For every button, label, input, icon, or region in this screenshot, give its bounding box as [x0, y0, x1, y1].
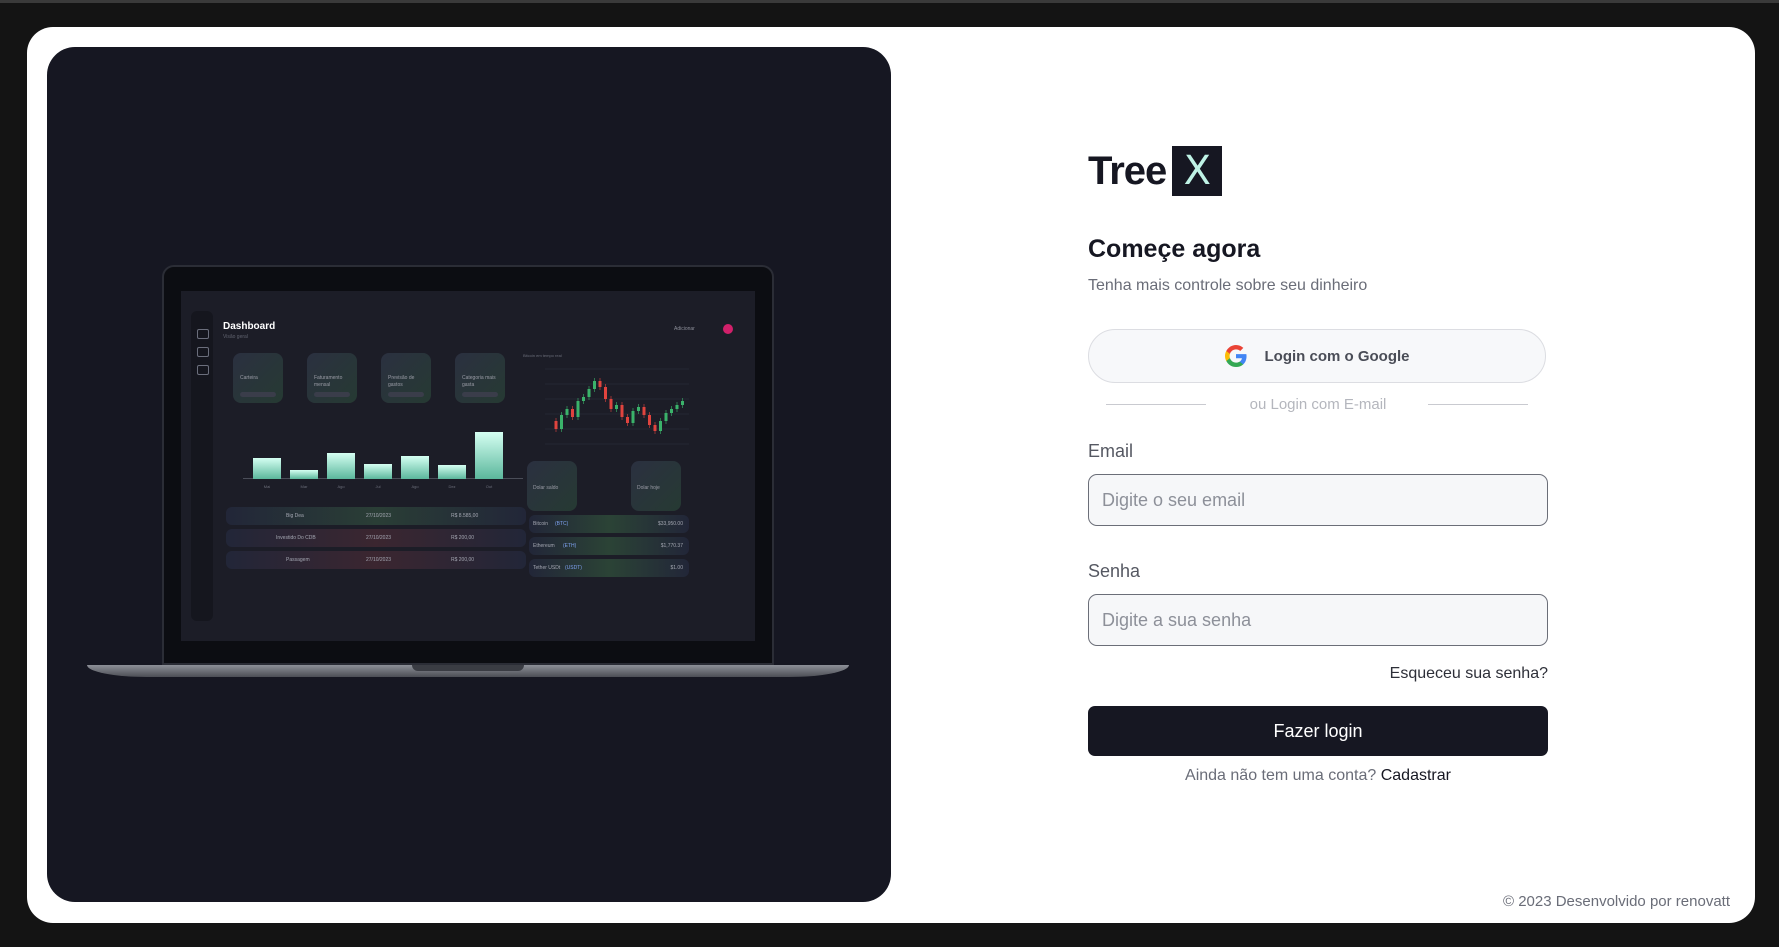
preview-bar [290, 470, 318, 479]
window-top-border [0, 0, 1779, 3]
signup-link[interactable]: Cadastrar [1381, 767, 1451, 784]
preview-crypto-ticker: (BTC) [555, 521, 569, 527]
preview-transaction-value: R$ 8.585,00 [451, 513, 479, 519]
preview-transaction-date: 27/10/2023 [366, 535, 392, 541]
preview-transaction-name: Big Dea [286, 513, 304, 519]
preview-crypto-row: Tether USDt (USDT) $1.00 [529, 559, 689, 577]
preview-title: Dashboard [223, 321, 276, 332]
preview-card-label: Carteira [240, 375, 258, 381]
dashboard-preview: Dashboard Visão geral Adicionar Carteira… [181, 291, 755, 641]
preview-bar-month: Mar [300, 484, 308, 489]
preview-card: Carteira [233, 353, 283, 403]
preview-bar-month: Ago [411, 484, 419, 489]
password-label: Senha [1088, 561, 1141, 581]
page-subtitle: Tenha mais controle sobre seu dinheiro [1088, 277, 1368, 294]
preview-crypto-name: Tether USDt [533, 565, 561, 571]
preview-wallet-card: Dolar saldo [527, 461, 577, 511]
preview-add-label: Adicionar [674, 326, 695, 332]
preview-bar [253, 458, 281, 479]
preview-wallet-label: Dolar hoje [637, 485, 660, 491]
hero-panel: Dashboard Visão geral Adicionar Carteira… [47, 47, 891, 902]
preview-crypto-row: Bitcoin (BTC) $33,950.00 [529, 515, 689, 533]
logo-text: Tree [1088, 148, 1167, 193]
preview-bar-chart: Mai Mar Ago Jul Ago Dez Out [233, 421, 523, 491]
preview-bar [327, 453, 355, 479]
preview-bar [438, 465, 466, 479]
preview-crypto-name: Ethereum [533, 543, 555, 549]
preview-transaction-name: Investido Do CDB [276, 535, 316, 541]
preview-crypto-name: Bitcoin [533, 521, 549, 527]
preview-bar [475, 432, 503, 479]
login-button[interactable]: Fazer login [1088, 706, 1548, 756]
preview-crypto-value: $1,770.37 [660, 543, 683, 549]
preview-card-bar [240, 392, 276, 397]
preview-transaction-value: R$ 200,00 [451, 535, 475, 541]
laptop-base [87, 665, 849, 677]
login-form: Tree X Começe agora Tenha mais controle … [1088, 27, 1548, 923]
preview-bar-month: Mai [263, 484, 271, 489]
preview-card: Faturamento mensal [307, 353, 357, 403]
divider-line-right [1428, 404, 1528, 405]
password-input[interactable] [1088, 594, 1548, 646]
signup-text: Ainda não tem uma conta? [1185, 767, 1377, 784]
preview-bar-month: Out [485, 484, 493, 489]
laptop-mockup: Dashboard Visão geral Adicionar Carteira… [87, 265, 849, 685]
preview-card-bar [388, 392, 424, 397]
preview-transaction-row: Investido Do CDB 27/10/2023 R$ 200,00 [226, 529, 526, 547]
preview-card-label: Faturamento mensal [314, 375, 343, 388]
preview-subtitle: Visão geral [223, 334, 248, 340]
preview-candle-chart: Bitcoin em tempo real [523, 353, 689, 445]
preview-bar-month: Ago [337, 484, 345, 489]
preview-bar [364, 464, 392, 479]
preview-sidebar [191, 311, 213, 621]
preview-bar-month: Jul [375, 484, 381, 489]
signup-prompt: Ainda não tem uma conta? Cadastrar [1088, 767, 1548, 785]
google-icon [1224, 345, 1247, 367]
preview-crypto-ticker: (ETH) [563, 543, 577, 549]
logo-mark: X [1172, 146, 1223, 196]
laptop-lid: Dashboard Visão geral Adicionar Carteira… [162, 265, 774, 665]
google-login-label: Login com o Google [1264, 347, 1410, 365]
preview-wallet-label: Dolar saldo [533, 485, 559, 491]
preview-transaction-name: Passagem [286, 557, 310, 563]
preview-card-label: Previsão de gastos [388, 375, 415, 388]
preview-card: Categoria mais gasta [455, 353, 505, 403]
preview-crypto-value: $1.00 [670, 565, 683, 571]
forgot-password-link[interactable]: Esqueceu sua senha? [1390, 665, 1548, 683]
preview-crypto-row: Ethereum (ETH) $1,770.37 [529, 537, 689, 555]
preview-transaction-row: Passagem 27/10/2023 R$ 200,00 [226, 551, 526, 569]
preview-crypto-value: $33,950.00 [657, 521, 683, 527]
page-title: Começe agora [1088, 235, 1261, 263]
preview-card-label: Categoria mais gasta [462, 375, 496, 388]
preview-transaction-value: R$ 200,00 [451, 557, 475, 563]
preview-transaction-date: 27/10/2023 [366, 557, 392, 563]
preview-avatar [723, 324, 733, 334]
login-card: Dashboard Visão geral Adicionar Carteira… [27, 27, 1755, 923]
preview-card: Previsão de gastos [381, 353, 431, 403]
footer-credit: © 2023 Desenvolvido por renovatt [1502, 893, 1730, 910]
app-logo: Tree X [1088, 145, 1223, 197]
preview-candle-title: Bitcoin em tempo real [523, 353, 562, 358]
email-input[interactable] [1088, 474, 1548, 526]
preview-transaction-date: 27/10/2023 [366, 513, 392, 519]
preview-bar-month: Dez [448, 484, 456, 489]
preview-transaction-row: Big Dea 27/10/2023 R$ 8.585,00 [226, 507, 526, 525]
laptop-notch [412, 665, 524, 671]
email-label: Email [1088, 441, 1134, 461]
preview-crypto-ticker: (USDT) [565, 565, 582, 571]
preview-wallet-card: Dolar hoje [631, 461, 681, 511]
preview-card-bar [314, 392, 350, 397]
preview-bar [401, 456, 429, 479]
google-login-button[interactable]: Login com o Google [1088, 329, 1546, 383]
preview-card-bar [462, 392, 498, 397]
